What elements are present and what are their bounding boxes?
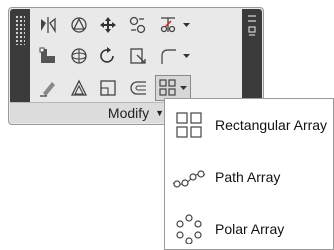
array-dropdown-arrow: [180, 85, 187, 90]
panel-options-icon[interactable]: [246, 13, 258, 39]
offset-icon[interactable]: [125, 75, 151, 101]
polar-array-icon: [169, 209, 209, 249]
array-dropdown-menu: Rectangular Array Path Array Polar Array: [164, 98, 334, 250]
panel-title: Modify: [107, 105, 150, 121]
panel-side-strip: [242, 9, 262, 103]
path-array-icon: [169, 157, 209, 197]
fillet-3d-icon[interactable]: [66, 43, 92, 69]
align-icon[interactable]: [66, 75, 92, 101]
mirror-icon[interactable]: [35, 12, 61, 38]
trim-dropdown[interactable]: [182, 18, 190, 32]
menu-item-label: Rectangular Array: [215, 117, 328, 133]
menu-item-path-array[interactable]: Path Array: [169, 157, 333, 197]
panel-expand-icon[interactable]: ▼: [155, 108, 164, 118]
menu-item-rectangular-array[interactable]: Rectangular Array: [169, 105, 333, 145]
offset-rect-icon[interactable]: [95, 75, 121, 101]
rectangular-array-icon: [169, 105, 209, 145]
menu-item-label: Polar Array: [215, 221, 285, 237]
stretch-icon[interactable]: [35, 43, 61, 69]
rotate-3d-icon[interactable]: [66, 12, 92, 38]
array-icon: [159, 79, 176, 96]
trim-icon[interactable]: [155, 12, 181, 38]
move-icon[interactable]: [95, 12, 121, 38]
rotate-icon[interactable]: [95, 43, 121, 69]
copy-icon[interactable]: [125, 12, 151, 38]
menu-item-label: Path Array: [215, 169, 281, 185]
fillet-dropdown[interactable]: [182, 49, 190, 63]
erase-icon[interactable]: [35, 75, 61, 101]
scale-icon[interactable]: [125, 43, 151, 69]
menu-item-polar-array[interactable]: Polar Array: [169, 209, 333, 249]
fillet-icon[interactable]: [155, 43, 181, 69]
panel-grip[interactable]: [10, 9, 30, 103]
